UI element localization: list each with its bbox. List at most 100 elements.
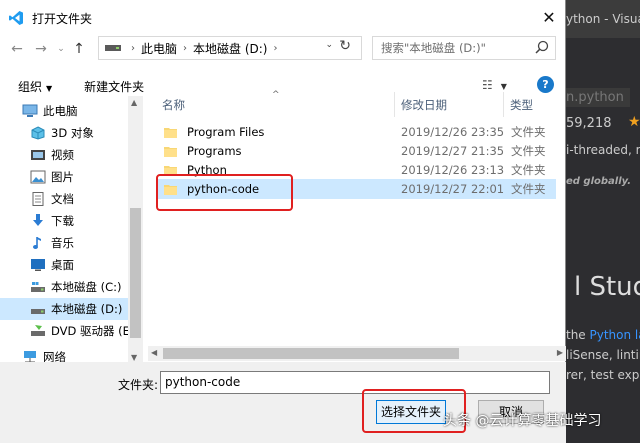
background-heading: l Studio bbox=[574, 272, 640, 302]
background-package-id: n.python bbox=[566, 88, 630, 107]
background-vscode-window: ython - Visual S n.python 59,218 ★ i-thr… bbox=[566, 0, 640, 443]
tree-item-label: 音乐 bbox=[51, 236, 74, 250]
scrollbar-thumb[interactable] bbox=[130, 208, 141, 338]
desktop-icon bbox=[31, 259, 45, 271]
breadcrumb-separator-icon: › bbox=[273, 42, 278, 54]
address-bar[interactable]: › 此电脑 › 本地磁盘 (D:) › ⌄ ↻ bbox=[98, 36, 362, 60]
tree-item-label: 文档 bbox=[51, 192, 74, 206]
tree-item-label: 本地磁盘 (C:) bbox=[51, 280, 122, 294]
file-type: 文件夹 bbox=[511, 182, 546, 196]
file-list-scrollbar[interactable]: ◀ ▶ bbox=[148, 346, 566, 361]
scrollbar-thumb[interactable] bbox=[163, 348, 459, 359]
tree-item-drive-d[interactable]: 本地磁盘 (D:) bbox=[0, 298, 128, 320]
tree-item-label: 图片 bbox=[51, 170, 74, 184]
tree-item-label: 下载 bbox=[51, 214, 74, 228]
help-icon[interactable]: ? bbox=[537, 76, 554, 93]
tree-item-label: DVD 驱动器 (E:) bbox=[51, 324, 139, 338]
file-type: 文件夹 bbox=[511, 163, 546, 177]
file-modified: 2019/12/26 23:13 bbox=[401, 163, 505, 177]
recent-locations-icon[interactable]: ⌄ bbox=[56, 40, 66, 58]
navigation-scrollbar[interactable]: ▲ ▼ bbox=[128, 96, 143, 364]
tree-item-3d-objects[interactable]: 3D 对象 bbox=[30, 122, 143, 144]
navigation-bar: ← → ⌄ ↑ › 此电脑 › 本地磁盘 (D:) › ⌄ ↻ 搜索"本地磁盘 … bbox=[0, 36, 565, 62]
address-dropdown-icon[interactable]: ⌄ bbox=[325, 40, 333, 50]
highlight-box-folder bbox=[156, 174, 293, 211]
chevron-down-icon: ▼ bbox=[46, 83, 53, 93]
tree-item-this-pc[interactable]: 此电脑 bbox=[22, 100, 143, 122]
new-folder-button[interactable]: 新建文件夹 bbox=[84, 78, 144, 95]
scroll-right-icon[interactable]: ▶ bbox=[557, 348, 563, 357]
search-box[interactable]: 搜索"本地磁盘 (D:)" bbox=[372, 36, 556, 60]
breadcrumb-separator-icon: › bbox=[183, 42, 188, 54]
file-name: Programs bbox=[187, 144, 242, 158]
tree-item-downloads[interactable]: 下载 bbox=[30, 210, 143, 232]
open-folder-dialog: 打开文件夹 ✕ ← → ⌄ ↑ › 此电脑 › 本地磁盘 (D:) › ⌄ ↻ … bbox=[0, 0, 566, 443]
music-icon bbox=[33, 237, 41, 249]
tree-item-desktop[interactable]: 桌面 bbox=[30, 254, 143, 276]
tree-item-label: 此电脑 bbox=[43, 104, 78, 118]
tree-item-music[interactable]: 音乐 bbox=[30, 232, 143, 254]
breadcrumb-this-pc[interactable]: 此电脑 bbox=[141, 40, 177, 57]
sort-ascending-icon: ^ bbox=[272, 90, 280, 100]
document-icon bbox=[32, 192, 44, 206]
tree-item-documents[interactable]: 文档 bbox=[30, 188, 143, 210]
background-python-link[interactable]: Python lar bbox=[590, 328, 640, 342]
scroll-up-icon[interactable]: ▲ bbox=[131, 98, 137, 107]
folder-name-input[interactable]: python-code bbox=[160, 371, 550, 394]
back-arrow-icon[interactable]: ← bbox=[8, 40, 26, 58]
dialog-title: 打开文件夹 bbox=[32, 11, 93, 26]
search-placeholder: 搜索"本地磁盘 (D:)" bbox=[381, 41, 486, 55]
file-list: ^ 名称 修改日期 类型 Program Files 2019/12/26 23… bbox=[148, 90, 566, 362]
file-modified: 2019/12/26 23:35 bbox=[401, 125, 505, 139]
file-type: 文件夹 bbox=[511, 125, 546, 139]
drive-c-icon bbox=[31, 282, 45, 292]
file-modified: 2019/12/27 21:35 bbox=[401, 144, 505, 158]
up-arrow-icon[interactable]: ↑ bbox=[70, 40, 88, 58]
column-divider[interactable] bbox=[503, 92, 504, 117]
scroll-down-icon[interactable]: ▼ bbox=[131, 353, 137, 362]
video-icon bbox=[31, 150, 45, 160]
tree-item-label: 3D 对象 bbox=[51, 126, 94, 140]
forward-arrow-icon[interactable]: → bbox=[32, 40, 50, 58]
tree-item-drive-c[interactable]: 本地磁盘 (C:) bbox=[30, 276, 143, 298]
scroll-left-icon[interactable]: ◀ bbox=[151, 348, 157, 357]
download-icon bbox=[33, 214, 43, 226]
background-line-2: liSense, linting bbox=[566, 348, 640, 362]
organize-menu[interactable]: 组织 ▼ bbox=[18, 78, 52, 95]
tree-item-label: 本地磁盘 (D:) bbox=[51, 302, 123, 316]
background-window-title: ython - Visual S bbox=[566, 0, 640, 38]
organize-label: 组织 bbox=[18, 79, 43, 94]
background-line-3: rer, test explo bbox=[566, 368, 640, 382]
computer-icon bbox=[22, 104, 38, 117]
column-header-modified[interactable]: 修改日期 bbox=[401, 92, 447, 117]
breadcrumb-drive-d[interactable]: 本地磁盘 (D:) bbox=[193, 40, 267, 57]
close-button[interactable]: ✕ bbox=[539, 8, 559, 28]
column-header-type[interactable]: 类型 bbox=[510, 92, 533, 117]
vscode-icon bbox=[9, 11, 23, 25]
drive-icon bbox=[105, 45, 121, 51]
background-description: i-threaded, re bbox=[566, 143, 640, 157]
view-options[interactable]: ☷ ▼ bbox=[482, 78, 507, 92]
tree-item-dvd[interactable]: DVD 驱动器 (E:) bbox=[30, 320, 143, 342]
tree-item-videos[interactable]: 视频 bbox=[30, 144, 143, 166]
file-row[interactable]: Programs 2019/12/27 21:35 文件夹 bbox=[158, 141, 556, 161]
folder-label: 文件夹: bbox=[118, 378, 159, 392]
background-line-1: the Python lar bbox=[566, 328, 640, 342]
details-view-icon: ☷ bbox=[482, 78, 493, 92]
column-header-name[interactable]: 名称 bbox=[162, 92, 185, 117]
file-row[interactable]: Program Files 2019/12/26 23:35 文件夹 bbox=[158, 122, 556, 142]
tree-item-label: 视频 bbox=[51, 148, 74, 162]
tree-item-label: 桌面 bbox=[51, 258, 74, 272]
column-divider[interactable] bbox=[394, 92, 395, 117]
cube-icon bbox=[31, 126, 45, 140]
folder-icon bbox=[164, 127, 177, 138]
star-icon: ★ bbox=[628, 114, 640, 130]
chevron-down-icon: ▼ bbox=[500, 82, 507, 91]
background-global-note: ed globally. bbox=[566, 176, 632, 187]
file-type: 文件夹 bbox=[511, 144, 546, 158]
refresh-icon[interactable]: ↻ bbox=[339, 38, 351, 54]
file-name: Program Files bbox=[187, 125, 265, 139]
navigation-pane: 此电脑 3D 对象 视频 图片 文档 下载 音乐 桌面 本地磁盘 (C:) 本地… bbox=[0, 96, 143, 364]
folder-icon bbox=[164, 146, 177, 157]
tree-item-pictures[interactable]: 图片 bbox=[30, 166, 143, 188]
